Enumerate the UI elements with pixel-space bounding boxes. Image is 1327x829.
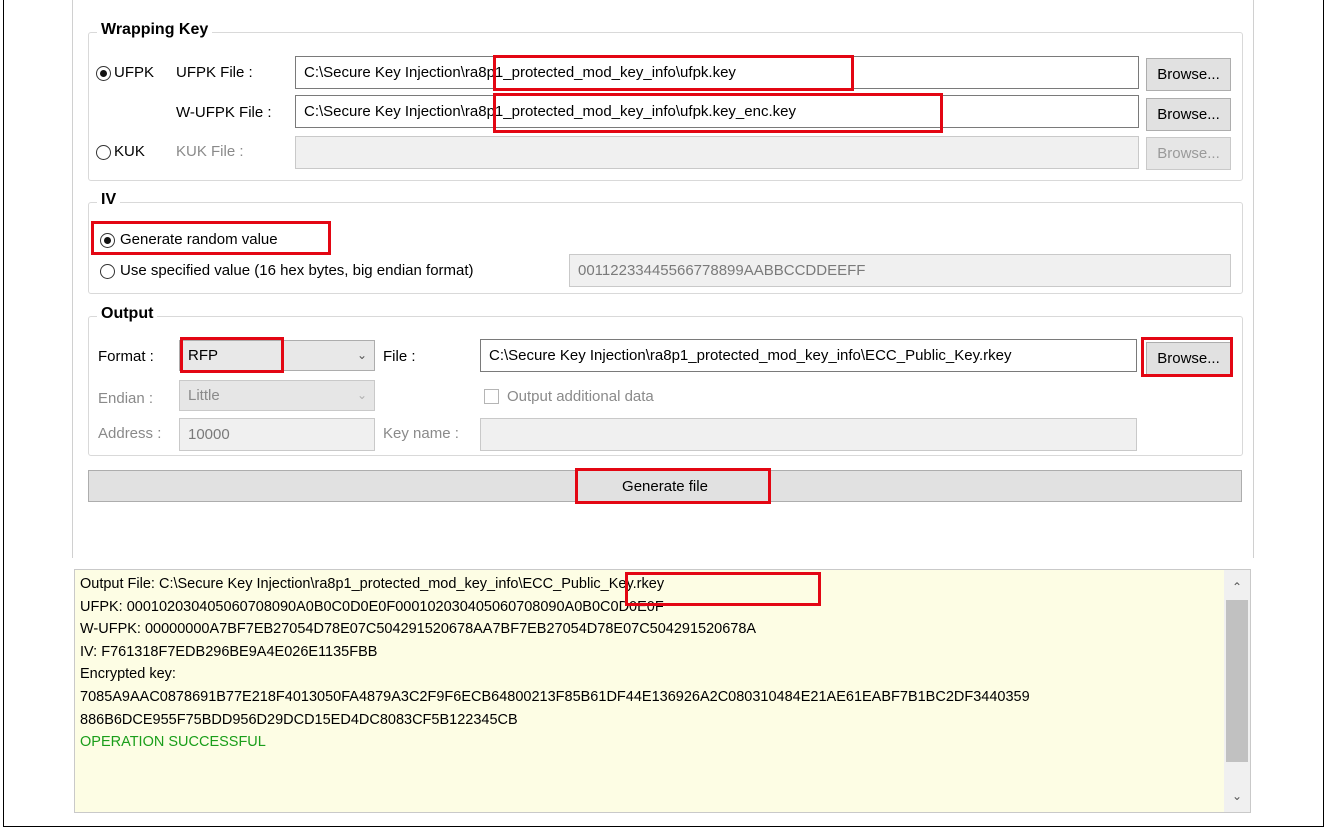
iv-specified-radio[interactable] (100, 264, 115, 279)
iv-random-radio[interactable] (100, 233, 115, 248)
output-log[interactable]: Output File: C:\Secure Key Injection\ra8… (74, 569, 1251, 813)
additional-data-label: Output additional data (507, 388, 654, 405)
ufpk-file-input[interactable]: C:\Secure Key Injection\ra8p1_protected_… (295, 56, 1139, 89)
scroll-down-icon[interactable]: ⌄ (1224, 785, 1250, 808)
kuk-file-input (295, 136, 1139, 169)
keyname-input (480, 418, 1137, 451)
log-scrollbar[interactable]: ⌃ ⌄ (1224, 570, 1250, 812)
log-scroll-thumb[interactable] (1226, 600, 1248, 762)
log-output-file-line: Output File: C:\Secure Key Injection\ra8… (80, 573, 1222, 596)
ufpk-file-label: UFPK File : (176, 64, 253, 81)
ufpk-radio[interactable] (96, 66, 111, 81)
log-iv-line: IV: F761318F7EDB296BE9A4E026E1135FBB (80, 643, 378, 660)
ufpk-browse-button[interactable]: Browse... (1146, 58, 1231, 91)
scroll-up-icon[interactable]: ⌃ (1224, 576, 1250, 599)
additional-data-checkbox (484, 389, 499, 404)
generate-file-button[interactable]: Generate file (88, 470, 1242, 502)
endian-label: Endian : (98, 390, 154, 407)
output-title: Output (97, 305, 158, 323)
output-file-input[interactable]: C:\Secure Key Injection\ra8p1_protected_… (480, 339, 1137, 372)
log-enc-label: Encrypted key: (80, 666, 176, 683)
log-status: OPERATION SUCCESSFUL (80, 734, 266, 751)
output-file-label: File : (383, 348, 416, 365)
log-ufpk-line: UFPK: 000102030405060708090A0B0C0D0E0F00… (80, 598, 664, 615)
log-output-prefix: Output File: C:\Secure Key Injection\ra8… (80, 576, 519, 592)
endian-select: Little ⌄ (179, 380, 375, 411)
iv-specified-label: Use specified value (16 hex bytes, big e… (120, 262, 474, 279)
kuk-file-label: KUK File : (176, 143, 244, 160)
wufpk-browse-button[interactable]: Browse... (1146, 98, 1231, 131)
iv-specified-input: 00112233445566778899AABBCCDDEEFF (569, 254, 1231, 287)
wufpk-file-label: W-UFPK File : (176, 104, 272, 121)
format-label: Format : (98, 348, 154, 365)
iv-title: IV (97, 191, 121, 209)
format-select[interactable]: RFP ⌄ (179, 340, 375, 371)
endian-select-value: Little (188, 387, 220, 404)
kuk-radio-label: KUK (114, 143, 145, 160)
wufpk-file-input[interactable]: C:\Secure Key Injection\ra8p1_protected_… (295, 95, 1139, 128)
kuk-browse-button: Browse... (1146, 137, 1231, 170)
log-enc-line-2: 886B6DCE955F75BDD956D29DCD15ED4DC8083CF5… (80, 711, 518, 728)
chevron-down-icon: ⌄ (356, 388, 367, 402)
log-wufpk-line: W-UFPK: 00000000A7BF7EB27054D78E07C50429… (80, 621, 757, 638)
output-browse-button[interactable]: Browse... (1146, 342, 1231, 375)
kuk-radio[interactable] (96, 145, 111, 160)
address-label: Address : (98, 425, 162, 442)
main-panel: Wrapping Key UFPK UFPK File : C:\Secure … (72, 0, 1254, 558)
ufpk-radio-label: UFPK (114, 64, 155, 81)
log-enc-line-1: 7085A9AAC0878691B77E218F4013050FA4879A3C… (80, 688, 1030, 705)
address-input: 10000 (179, 418, 375, 451)
keyname-label: Key name : (383, 425, 459, 442)
chevron-down-icon: ⌄ (356, 348, 367, 362)
log-output-file: \ECC_Public_Key.rkey (518, 576, 665, 592)
iv-random-label: Generate random value (120, 231, 278, 248)
wrapping-key-title: Wrapping Key (97, 21, 213, 39)
format-select-value: RFP (188, 347, 218, 364)
